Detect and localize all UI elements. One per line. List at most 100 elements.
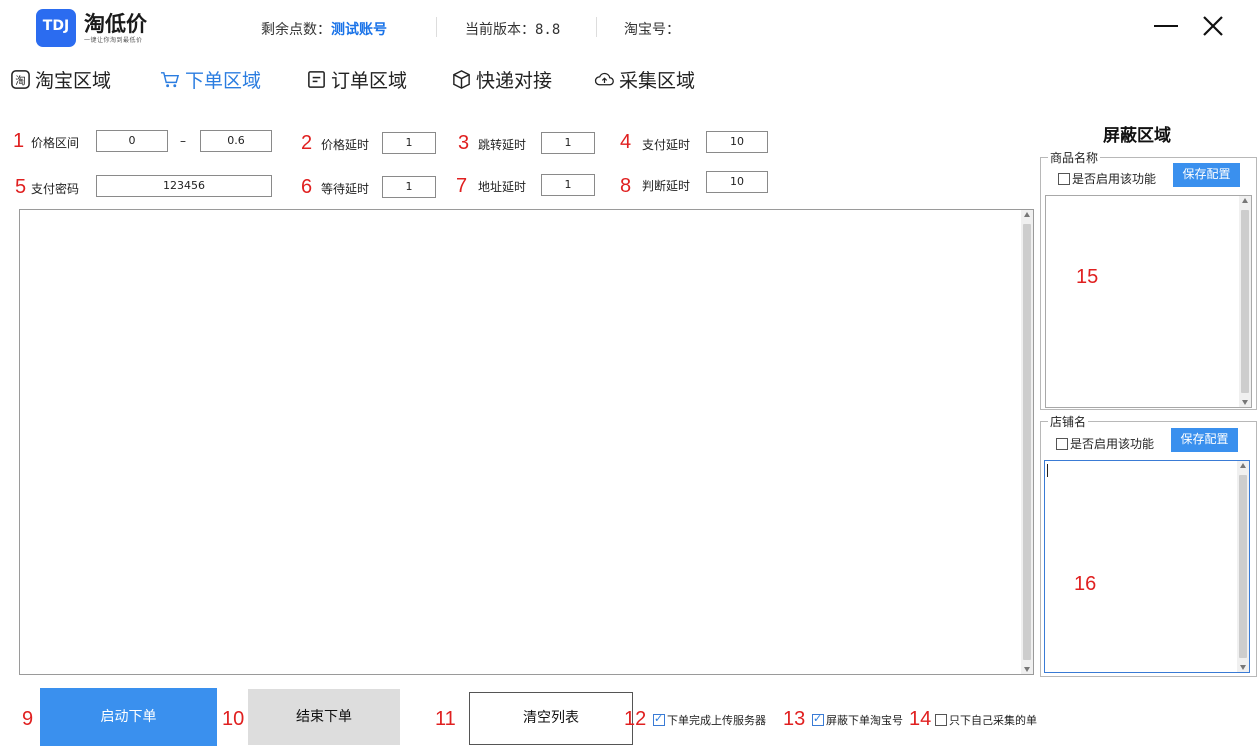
pay-password-input[interactable]: 123456 (96, 175, 272, 197)
checkbox-label: 是否启用该功能 (1070, 437, 1155, 451)
tab-collect[interactable]: 采集区域 (594, 66, 695, 92)
tab-taobao[interactable]: 淘 淘宝区域 (10, 66, 111, 92)
marker-10: 10 (222, 708, 245, 730)
block-taobao-checkbox[interactable]: 屏蔽下单淘宝号 (812, 712, 903, 728)
shield-area-title: 屏蔽区域 (1103, 126, 1171, 146)
tab-label: 下单区域 (185, 69, 262, 92)
wait-delay-input[interactable]: 1 (382, 176, 436, 198)
stop-order-button[interactable]: 结束下单 (248, 689, 400, 745)
marker-13: 13 (783, 708, 806, 730)
version-value: 8.8 (535, 22, 561, 38)
marker-7: 7 (456, 175, 468, 197)
marker-3: 3 (458, 132, 470, 154)
tab-orders[interactable]: 订单区域 (306, 66, 407, 92)
taobao-icon: 淘 (11, 69, 30, 89)
tab-label: 淘宝区域 (35, 69, 112, 92)
product-name-textbox[interactable] (1045, 195, 1252, 408)
scroll-down-icon[interactable] (1024, 667, 1030, 672)
close-icon[interactable] (1198, 11, 1228, 41)
scroll-up-icon[interactable] (1242, 198, 1248, 203)
checkbox-box[interactable] (935, 714, 947, 726)
points-label: 剩余点数： (261, 22, 331, 38)
shop-save-button[interactable]: 保存配置 (1171, 428, 1238, 452)
marker-9: 9 (22, 708, 34, 730)
text-cursor (1047, 464, 1048, 477)
checkbox-label: 只下自己采集的单 (949, 714, 1037, 727)
scroll-down-icon[interactable] (1240, 665, 1246, 670)
marker-11: 11 (435, 708, 456, 730)
tab-label: 订单区域 (331, 69, 408, 92)
address-delay-label: 地址延时 (478, 180, 527, 194)
svg-text:淘: 淘 (15, 73, 26, 86)
marker-6: 6 (301, 176, 313, 198)
box-icon (453, 69, 470, 89)
shop-textbox-scrollbar[interactable] (1237, 461, 1249, 672)
shop-enable-checkbox[interactable]: 是否启用该功能 (1056, 435, 1154, 452)
price-delay-input[interactable]: 1 (382, 132, 436, 154)
product-save-button[interactable]: 保存配置 (1173, 163, 1240, 187)
jump-delay-label: 跳转延时 (478, 138, 527, 152)
version-info: 当前版本：8.8 (465, 19, 560, 39)
marker-14: 14 (909, 708, 932, 730)
marker-5: 5 (15, 176, 27, 198)
header-divider (596, 17, 597, 37)
logo-mark: TDJ (42, 18, 70, 34)
version-label: 当前版本： (465, 22, 535, 38)
product-textbox-scrollbar[interactable] (1239, 196, 1251, 407)
order-icon (308, 70, 325, 88)
tab-label: 快递对接 (476, 69, 553, 92)
product-enable-checkbox[interactable]: 是否启用该功能 (1058, 170, 1156, 187)
tab-order-place[interactable]: 下单区域 (160, 66, 261, 92)
shop-name-textbox[interactable] (1044, 460, 1250, 673)
marker-8: 8 (620, 175, 632, 197)
cart-icon (160, 71, 180, 87)
app-title: 淘低价 (84, 12, 147, 36)
marker-12: 12 (624, 708, 647, 730)
list-scrollbar[interactable] (1021, 210, 1033, 674)
pay-delay-label: 支付延时 (642, 138, 691, 152)
marker-4: 4 (620, 131, 632, 153)
pay-password-label: 支付密码 (31, 182, 80, 196)
points-value: 测试账号 (331, 22, 387, 38)
wait-delay-label: 等待延时 (321, 182, 370, 196)
checkbox-box[interactable] (653, 712, 665, 726)
header-divider (436, 17, 437, 37)
checkbox-label: 是否启用该功能 (1072, 172, 1157, 186)
minimize-icon[interactable] (1151, 11, 1181, 41)
checkbox-box[interactable] (812, 712, 824, 726)
app-slogan: 一键让你淘到最低价 (84, 37, 143, 44)
marker-1: 1 (13, 130, 25, 152)
price-min-input[interactable]: 0 (96, 130, 168, 152)
price-range-label: 价格区间 (31, 136, 80, 150)
jump-delay-input[interactable]: 1 (541, 132, 595, 154)
start-order-button[interactable]: 启动下单 (40, 688, 217, 746)
scroll-thumb[interactable] (1241, 210, 1249, 393)
upload-server-checkbox[interactable]: 下单完成上传服务器 (653, 712, 766, 728)
marker-16: 16 (1074, 573, 1097, 595)
checkbox-label: 下单完成上传服务器 (667, 714, 766, 727)
scroll-up-icon[interactable] (1240, 463, 1246, 468)
cloud-icon (594, 72, 614, 85)
taobao-account-label: 淘宝号： (624, 22, 680, 38)
judge-delay-input[interactable]: 10 (706, 171, 768, 193)
only-self-collected-checkbox[interactable]: 只下自己采集的单 (935, 712, 1037, 728)
price-max-input[interactable]: 0.6 (200, 130, 272, 152)
shop-name-group-title: 店铺名 (1048, 413, 1089, 430)
marker-2: 2 (301, 132, 313, 154)
checkbox-box[interactable] (1056, 437, 1068, 450)
order-log-list[interactable] (19, 209, 1034, 675)
judge-delay-label: 判断延时 (642, 179, 691, 193)
checkbox-box[interactable] (1058, 172, 1070, 185)
scroll-thumb[interactable] (1023, 224, 1031, 660)
tab-express[interactable]: 快递对接 (451, 66, 552, 92)
checkbox-label: 屏蔽下单淘宝号 (826, 714, 903, 727)
scroll-thumb[interactable] (1239, 475, 1247, 658)
scroll-up-icon[interactable] (1024, 212, 1030, 217)
price-delay-label: 价格延时 (321, 138, 370, 152)
scroll-down-icon[interactable] (1242, 400, 1248, 405)
product-name-group-title: 商品名称 (1048, 149, 1101, 166)
pay-delay-input[interactable]: 10 (706, 131, 768, 153)
clear-list-button[interactable]: 清空列表 (469, 692, 633, 745)
address-delay-input[interactable]: 1 (541, 174, 595, 196)
app-logo: TDJ (36, 9, 76, 47)
